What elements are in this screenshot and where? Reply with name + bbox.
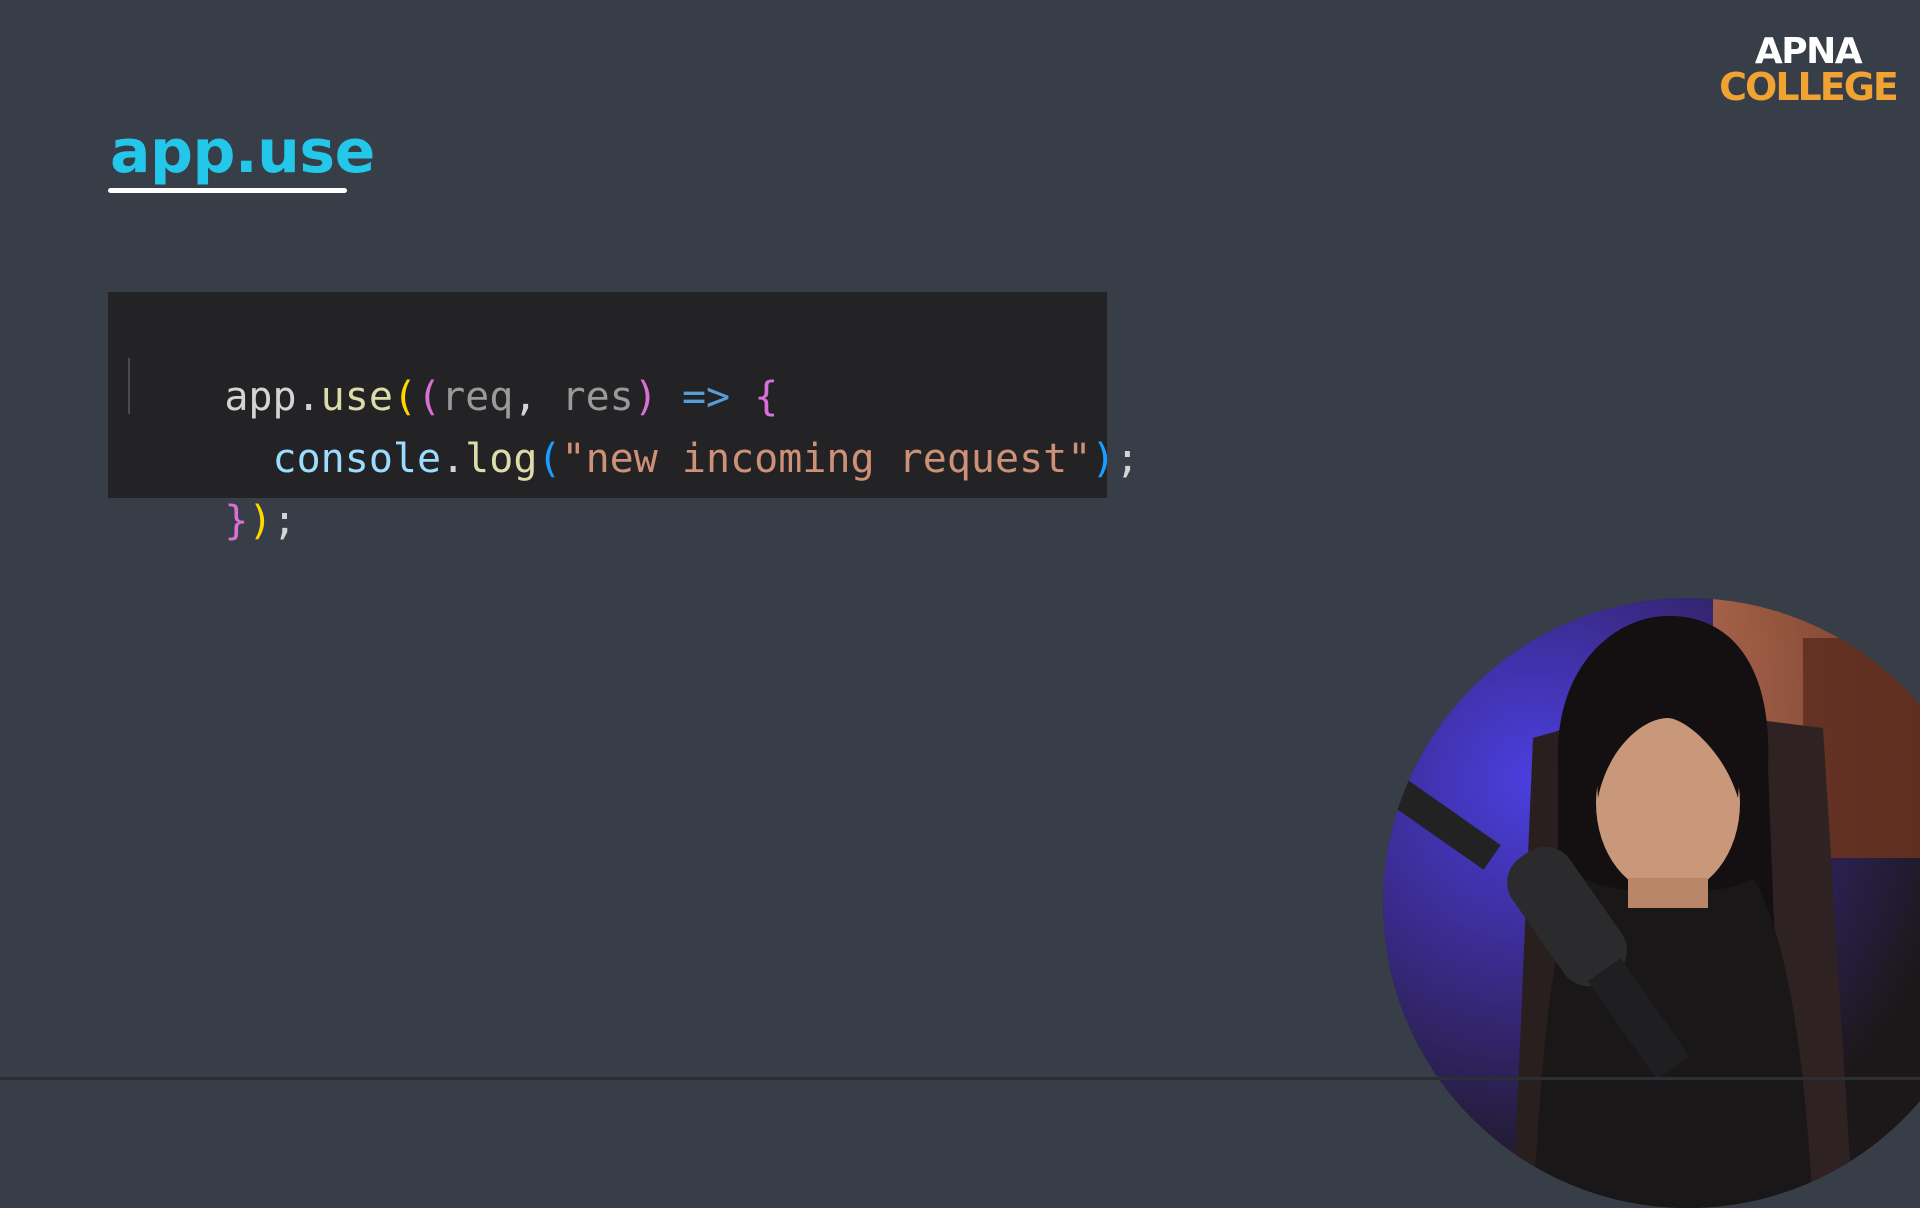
apna-college-logo: APNA COLLEGE xyxy=(1718,34,1899,109)
webcam-presenter-overlay xyxy=(1383,598,1920,1208)
presenter-video-illustration xyxy=(1383,598,1920,1208)
code-line-2: console.log("new incoming request"); xyxy=(128,366,1140,482)
code-line-1: app.use((req, res) => { xyxy=(128,304,1107,420)
code-block: app.use((req, res) => { console.log("new… xyxy=(108,292,1140,544)
slide-title: app.use xyxy=(110,117,375,187)
code-line-3: }); xyxy=(128,428,1107,544)
title-underline xyxy=(108,188,347,193)
code-token: ; xyxy=(272,498,297,544)
code-token: } xyxy=(224,498,249,544)
code-token: ) xyxy=(248,498,273,544)
code-token: ; xyxy=(1115,436,1140,482)
logo-text-college: COLLEGE xyxy=(1719,65,1899,109)
